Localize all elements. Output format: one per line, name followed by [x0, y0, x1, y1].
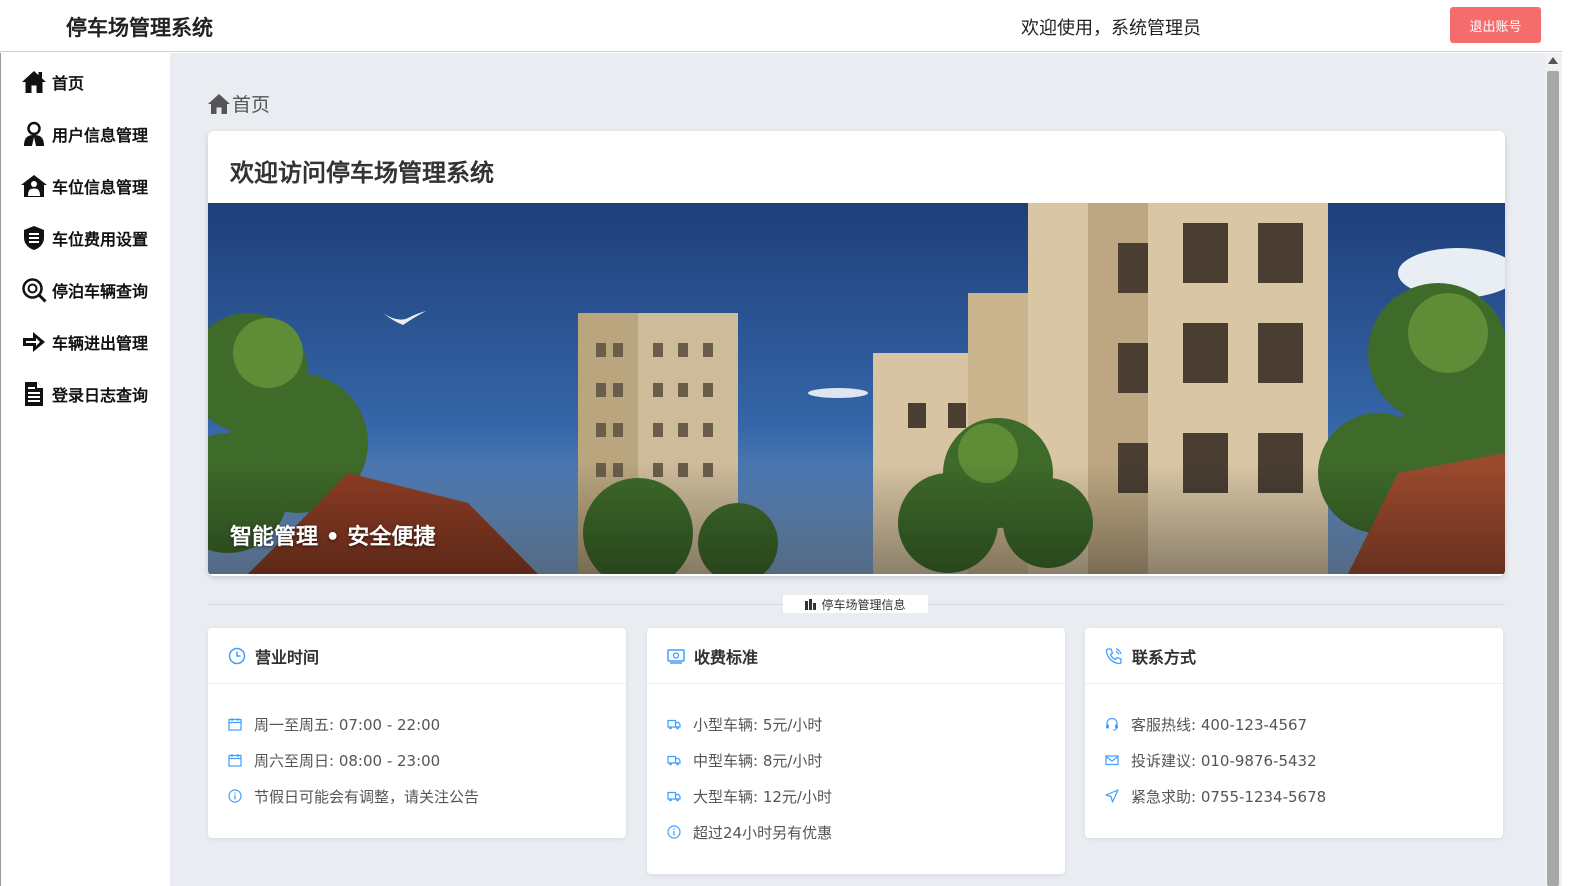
search-icon: [20, 276, 48, 304]
user-icon: [20, 120, 48, 148]
sidebar: 首页 用户信息管理 车位信息管理 车位费用设置 停泊车辆查询 车辆进出管理 登录…: [0, 53, 171, 886]
contact-card: 联系方式 客服热线: 400-123-4567 投诉建议: 010-9876-5…: [1085, 628, 1503, 838]
mail-icon: [1105, 753, 1119, 767]
sidebar-item-users[interactable]: 用户信息管理: [20, 118, 148, 150]
welcome-title: 欢迎访问停车场管理系统: [230, 159, 494, 187]
app-title: 停车场管理系统: [66, 16, 213, 40]
clock-icon: [228, 647, 246, 665]
list-item: 周一至周五: 07:00 - 22:00: [228, 706, 606, 742]
breadcrumb: 首页: [207, 90, 270, 117]
list-item: 紧急求助: 0755-1234-5678: [1105, 778, 1483, 814]
parking-house-icon: [20, 172, 48, 200]
scroll-up-icon[interactable]: [1548, 57, 1558, 64]
list-item: 节假日可能会有调整，请关注公告: [228, 778, 606, 814]
breadcrumb-label[interactable]: 首页: [232, 90, 270, 117]
section-divider-label: 停车场管理信息: [783, 595, 928, 613]
list-item: 大型车辆: 12元/小时: [667, 778, 1045, 814]
document-icon: [20, 380, 48, 408]
truck-icon: [667, 753, 681, 767]
sidebar-item-label: 车辆进出管理: [52, 334, 149, 353]
window-edge: [1562, 0, 1586, 886]
top-header: 停车场管理系统 欢迎使用，系统管理员 退出账号: [0, 0, 1564, 52]
sidebar-item-fees[interactable]: 车位费用设置: [20, 222, 148, 254]
sidebar-item-label: 停泊车辆查询: [52, 282, 149, 301]
chart-icon: [805, 598, 817, 610]
sidebar-item-vehicle-query[interactable]: 停泊车辆查询: [20, 274, 148, 306]
location-icon: [1105, 789, 1119, 803]
fee-standard-card: 收费标准 小型车辆: 5元/小时 中型车辆: 8元/小时 大型车辆: 12元/小…: [647, 628, 1065, 874]
list-item: 中型车辆: 8元/小时: [667, 742, 1045, 778]
sidebar-item-home[interactable]: 首页: [20, 66, 84, 98]
arrow-right-icon: [20, 328, 48, 356]
calendar-icon: [228, 717, 242, 731]
info-icon: [667, 825, 681, 839]
list-item: 周六至周日: 08:00 - 23:00: [228, 742, 606, 778]
list-item: 小型车辆: 5元/小时: [667, 706, 1045, 742]
home-icon: [20, 68, 48, 96]
card-header: 联系方式: [1085, 628, 1503, 684]
sidebar-item-label: 车位费用设置: [52, 230, 149, 249]
scrollbar-thumb[interactable]: [1547, 71, 1559, 886]
sidebar-item-label: 登录日志查询: [52, 386, 149, 405]
money-icon: [667, 647, 685, 665]
sidebar-item-label: 车位信息管理: [52, 178, 149, 197]
sidebar-item-label: 首页: [52, 74, 85, 93]
card-title: 联系方式: [1132, 647, 1197, 667]
list-item: 投诉建议: 010-9876-5432: [1105, 742, 1483, 778]
main-content: 首页 欢迎访问停车场管理系统 智能管理 • 安全便捷 停车场管理信息 营业时间 …: [170, 53, 1545, 886]
welcome-message: 欢迎使用，系统管理员: [1021, 18, 1201, 39]
banner-caption: 智能管理 • 安全便捷: [230, 525, 436, 550]
sidebar-item-login-log[interactable]: 登录日志查询: [20, 378, 148, 410]
welcome-card: 欢迎访问停车场管理系统 智能管理 • 安全便捷: [208, 131, 1505, 576]
truck-icon: [667, 789, 681, 803]
calendar-icon: [228, 753, 242, 767]
logout-button[interactable]: 退出账号: [1450, 7, 1541, 43]
banner-image: 智能管理 • 安全便捷: [208, 203, 1505, 576]
headset-icon: [1105, 717, 1119, 731]
phone-icon: [1105, 647, 1123, 665]
sidebar-item-entry-exit[interactable]: 车辆进出管理: [20, 326, 148, 358]
card-header: 收费标准: [647, 628, 1065, 684]
card-header: 营业时间: [208, 628, 626, 684]
vertical-scrollbar[interactable]: [1545, 53, 1562, 886]
truck-icon: [667, 717, 681, 731]
card-title: 营业时间: [255, 647, 320, 667]
business-hours-card: 营业时间 周一至周五: 07:00 - 22:00 周六至周日: 08:00 -…: [208, 628, 626, 838]
sidebar-item-spaces[interactable]: 车位信息管理: [20, 170, 148, 202]
info-icon: [228, 789, 242, 803]
list-item: 客服热线: 400-123-4567: [1105, 706, 1483, 742]
fee-shield-icon: [20, 224, 48, 252]
list-item: 超过24小时另有优惠: [667, 814, 1045, 850]
card-title: 收费标准: [694, 647, 759, 667]
sidebar-item-label: 用户信息管理: [52, 126, 149, 145]
home-icon: [207, 93, 231, 115]
